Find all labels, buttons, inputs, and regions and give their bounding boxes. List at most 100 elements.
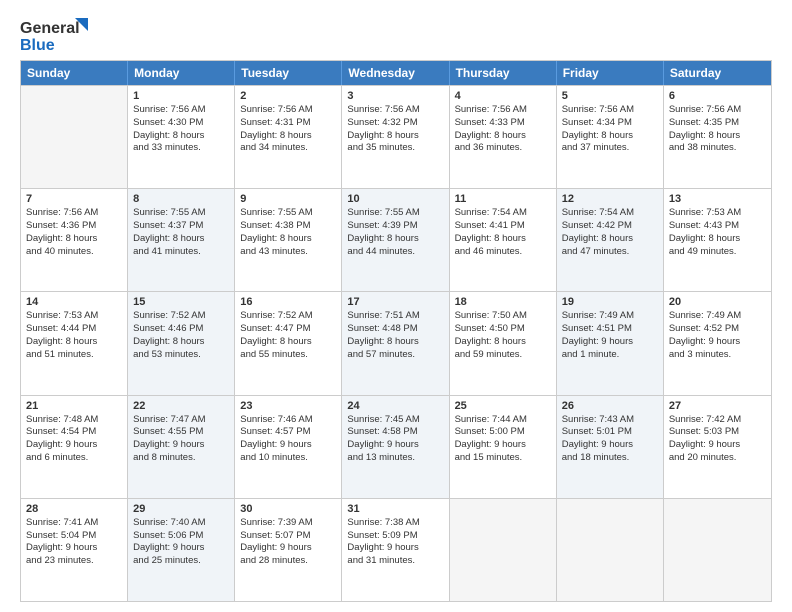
header-cell-monday: Monday	[128, 61, 235, 85]
day-number: 5	[562, 90, 658, 102]
day-number: 1	[133, 90, 229, 102]
calendar: SundayMondayTuesdayWednesdayThursdayFrid…	[20, 60, 772, 602]
calendar-row-4: 21 Sunrise: 7:48 AMSunset: 4:54 PMDayligh…	[21, 395, 771, 498]
day-number: 29	[133, 503, 229, 515]
day-info: Sunrise: 7:39 AMSunset: 5:07 PMDaylight:…	[240, 517, 336, 568]
day-info: Sunrise: 7:40 AMSunset: 5:06 PMDaylight:…	[133, 517, 229, 568]
day-info: Sunrise: 7:56 AMSunset: 4:34 PMDaylight:…	[562, 104, 658, 155]
day-cell-14: 14Sunrise: 7:53 AMSunset: 4:44 PMDayligh…	[21, 292, 128, 394]
calendar-row-3: 14Sunrise: 7:53 AMSunset: 4:44 PMDayligh…	[21, 291, 771, 394]
header-cell-sunday: Sunday	[21, 61, 128, 85]
day-number: 8	[133, 193, 229, 205]
header-cell-saturday: Saturday	[664, 61, 771, 85]
day-info: Sunrise: 7:52 AMSunset: 4:46 PMDaylight:…	[133, 310, 229, 361]
empty-cell	[450, 499, 557, 601]
day-number: 11	[455, 193, 551, 205]
day-info: Sunrise: 7:47 AMSunset: 4:55 PMDaylight:…	[133, 414, 229, 465]
day-info: Sunrise: 7:53 AMSunset: 4:43 PMDaylight:…	[669, 207, 766, 258]
day-cell-2: 2 Sunrise: 7:56 AMSunset: 4:31 PMDaylight…	[235, 86, 342, 188]
logo: GeneralBlue	[20, 16, 88, 54]
day-number: 15	[133, 296, 229, 308]
day-number: 25	[455, 400, 551, 412]
day-cell-20: 20 Sunrise: 7:49 AMSunset: 4:52 PMDayligh…	[664, 292, 771, 394]
day-number: 13	[669, 193, 766, 205]
calendar-row-5: 28Sunrise: 7:41 AMSunset: 5:04 PMDayligh…	[21, 498, 771, 601]
day-number: 9	[240, 193, 336, 205]
day-number: 4	[455, 90, 551, 102]
day-info: Sunrise: 7:46 AMSunset: 4:57 PMDaylight:…	[240, 414, 336, 465]
day-info: Sunrise: 7:55 AMSunset: 4:38 PMDaylight:…	[240, 207, 336, 258]
day-cell-22: 22 Sunrise: 7:47 AMSunset: 4:55 PMDayligh…	[128, 396, 235, 498]
day-cell-3: 3 Sunrise: 7:56 AMSunset: 4:32 PMDaylight…	[342, 86, 449, 188]
day-info: Sunrise: 7:53 AMSunset: 4:44 PMDaylight:…	[26, 310, 122, 361]
day-info: Sunrise: 7:49 AMSunset: 4:52 PMDaylight:…	[669, 310, 766, 361]
day-info: Sunrise: 7:43 AMSunset: 5:01 PMDaylight:…	[562, 414, 658, 465]
day-number: 17	[347, 296, 443, 308]
day-cell-1: 1 Sunrise: 7:56 AMSunset: 4:30 PMDaylight…	[128, 86, 235, 188]
empty-cell	[21, 86, 128, 188]
header-cell-thursday: Thursday	[450, 61, 557, 85]
day-cell-10: 10Sunrise: 7:55 AMSunset: 4:39 PMDayligh…	[342, 189, 449, 291]
day-info: Sunrise: 7:41 AMSunset: 5:04 PMDaylight:…	[26, 517, 122, 568]
day-cell-16: 16 Sunrise: 7:52 AMSunset: 4:47 PMDayligh…	[235, 292, 342, 394]
svg-text:General: General	[20, 20, 80, 37]
day-cell-8: 8 Sunrise: 7:55 AMSunset: 4:37 PMDaylight…	[128, 189, 235, 291]
day-number: 21	[26, 400, 122, 412]
day-cell-17: 17 Sunrise: 7:51 AMSunset: 4:48 PMDayligh…	[342, 292, 449, 394]
day-info: Sunrise: 7:50 AMSunset: 4:50 PMDaylight:…	[455, 310, 551, 361]
day-info: Sunrise: 7:56 AMSunset: 4:30 PMDaylight:…	[133, 104, 229, 155]
day-number: 22	[133, 400, 229, 412]
day-number: 26	[562, 400, 658, 412]
day-cell-5: 5 Sunrise: 7:56 AMSunset: 4:34 PMDaylight…	[557, 86, 664, 188]
day-info: Sunrise: 7:56 AMSunset: 4:36 PMDaylight:…	[26, 207, 122, 258]
day-info: Sunrise: 7:56 AMSunset: 4:32 PMDaylight:…	[347, 104, 443, 155]
day-info: Sunrise: 7:52 AMSunset: 4:47 PMDaylight:…	[240, 310, 336, 361]
day-number: 30	[240, 503, 336, 515]
header-cell-wednesday: Wednesday	[342, 61, 449, 85]
day-info: Sunrise: 7:42 AMSunset: 5:03 PMDaylight:…	[669, 414, 766, 465]
day-cell-19: 19Sunrise: 7:49 AMSunset: 4:51 PMDayligh…	[557, 292, 664, 394]
day-number: 19	[562, 296, 658, 308]
day-cell-18: 18 Sunrise: 7:50 AMSunset: 4:50 PMDayligh…	[450, 292, 557, 394]
day-cell-11: 11 Sunrise: 7:54 AMSunset: 4:41 PMDayligh…	[450, 189, 557, 291]
day-info: Sunrise: 7:54 AMSunset: 4:42 PMDaylight:…	[562, 207, 658, 258]
day-cell-9: 9 Sunrise: 7:55 AMSunset: 4:38 PMDaylight…	[235, 189, 342, 291]
day-number: 16	[240, 296, 336, 308]
day-number: 6	[669, 90, 766, 102]
header-cell-friday: Friday	[557, 61, 664, 85]
calendar-row-1: 1 Sunrise: 7:56 AMSunset: 4:30 PMDaylight…	[21, 85, 771, 188]
day-number: 18	[455, 296, 551, 308]
day-number: 20	[669, 296, 766, 308]
calendar-header: SundayMondayTuesdayWednesdayThursdayFrid…	[21, 61, 771, 85]
day-number: 31	[347, 503, 443, 515]
day-info: Sunrise: 7:48 AMSunset: 4:54 PMDaylight:…	[26, 414, 122, 465]
day-cell-30: 30 Sunrise: 7:39 AMSunset: 5:07 PMDayligh…	[235, 499, 342, 601]
svg-text:Blue: Blue	[20, 37, 55, 54]
day-cell-23: 23 Sunrise: 7:46 AMSunset: 4:57 PMDayligh…	[235, 396, 342, 498]
calendar-body: 1 Sunrise: 7:56 AMSunset: 4:30 PMDaylight…	[21, 85, 771, 601]
day-cell-6: 6Sunrise: 7:56 AMSunset: 4:35 PMDaylight…	[664, 86, 771, 188]
day-cell-27: 27Sunrise: 7:42 AMSunset: 5:03 PMDayligh…	[664, 396, 771, 498]
day-cell-15: 15 Sunrise: 7:52 AMSunset: 4:46 PMDayligh…	[128, 292, 235, 394]
day-number: 7	[26, 193, 122, 205]
day-cell-29: 29 Sunrise: 7:40 AMSunset: 5:06 PMDayligh…	[128, 499, 235, 601]
day-info: Sunrise: 7:54 AMSunset: 4:41 PMDaylight:…	[455, 207, 551, 258]
day-number: 2	[240, 90, 336, 102]
day-cell-26: 26 Sunrise: 7:43 AMSunset: 5:01 PMDayligh…	[557, 396, 664, 498]
day-info: Sunrise: 7:38 AMSunset: 5:09 PMDaylight:…	[347, 517, 443, 568]
day-number: 3	[347, 90, 443, 102]
day-cell-13: 13 Sunrise: 7:53 AMSunset: 4:43 PMDayligh…	[664, 189, 771, 291]
day-cell-28: 28Sunrise: 7:41 AMSunset: 5:04 PMDayligh…	[21, 499, 128, 601]
day-info: Sunrise: 7:56 AMSunset: 4:31 PMDaylight:…	[240, 104, 336, 155]
day-info: Sunrise: 7:51 AMSunset: 4:48 PMDaylight:…	[347, 310, 443, 361]
logo-icon: GeneralBlue	[20, 16, 88, 54]
day-info: Sunrise: 7:55 AMSunset: 4:37 PMDaylight:…	[133, 207, 229, 258]
day-number: 24	[347, 400, 443, 412]
day-cell-31: 31 Sunrise: 7:38 AMSunset: 5:09 PMDayligh…	[342, 499, 449, 601]
day-cell-12: 12Sunrise: 7:54 AMSunset: 4:42 PMDayligh…	[557, 189, 664, 291]
day-cell-4: 4 Sunrise: 7:56 AMSunset: 4:33 PMDaylight…	[450, 86, 557, 188]
day-info: Sunrise: 7:56 AMSunset: 4:33 PMDaylight:…	[455, 104, 551, 155]
day-number: 23	[240, 400, 336, 412]
day-info: Sunrise: 7:44 AMSunset: 5:00 PMDaylight:…	[455, 414, 551, 465]
empty-cell	[664, 499, 771, 601]
